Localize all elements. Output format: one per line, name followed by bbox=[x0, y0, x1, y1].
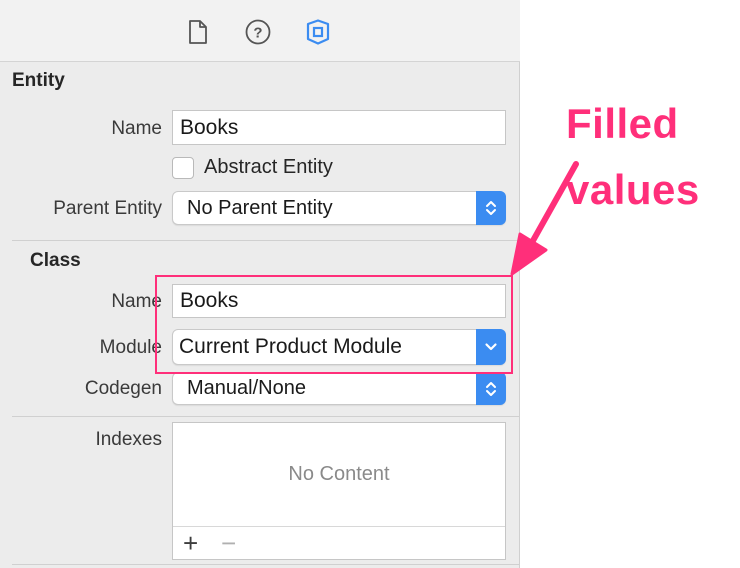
indexes-label: Indexes bbox=[95, 429, 162, 450]
indexes-table[interactable]: No Content + − bbox=[172, 422, 506, 560]
annotation-text-line1: Filled bbox=[566, 100, 679, 147]
codegen-label: Codegen bbox=[84, 378, 162, 399]
annotation-arrow-icon bbox=[510, 161, 579, 276]
codegen-stepper[interactable] bbox=[476, 372, 506, 405]
abstract-entity-label: Abstract Entity bbox=[204, 156, 333, 178]
add-index-button[interactable]: + bbox=[183, 529, 198, 557]
no-content-placeholder: No Content bbox=[288, 463, 390, 485]
class-section-title: Class bbox=[30, 250, 81, 271]
indexes-toolbar: + − bbox=[173, 526, 505, 559]
remove-index-button[interactable]: − bbox=[221, 529, 236, 557]
section-divider bbox=[12, 240, 520, 241]
module-label: Module bbox=[99, 337, 162, 358]
entity-name-field[interactable]: Books bbox=[172, 110, 506, 145]
file-inspector-icon[interactable] bbox=[184, 18, 212, 46]
section-divider bbox=[12, 416, 520, 417]
codegen-popup[interactable]: Manual/None bbox=[172, 372, 506, 405]
svg-text:?: ? bbox=[253, 25, 262, 42]
parent-entity-label: Parent Entity bbox=[53, 198, 162, 219]
entity-name-label: Name bbox=[111, 118, 162, 139]
parent-entity-value: No Parent Entity bbox=[187, 196, 333, 219]
up-down-chevron-icon bbox=[486, 381, 496, 396]
quick-help-icon[interactable]: ? bbox=[244, 18, 272, 46]
highlight-box bbox=[155, 275, 513, 374]
abstract-entity-checkbox[interactable] bbox=[172, 157, 194, 179]
section-divider bbox=[12, 564, 520, 565]
data-model-inspector-icon[interactable] bbox=[304, 18, 332, 46]
codegen-value: Manual/None bbox=[187, 377, 306, 399]
annotation-text-line2: values bbox=[566, 166, 700, 213]
inspector-selector-bar: ? bbox=[0, 0, 520, 62]
class-name-label: Name bbox=[111, 291, 162, 312]
parent-entity-popup[interactable]: No Parent Entity bbox=[172, 191, 506, 225]
entity-section-title: Entity bbox=[12, 70, 65, 91]
up-down-chevron-icon bbox=[486, 201, 496, 215]
